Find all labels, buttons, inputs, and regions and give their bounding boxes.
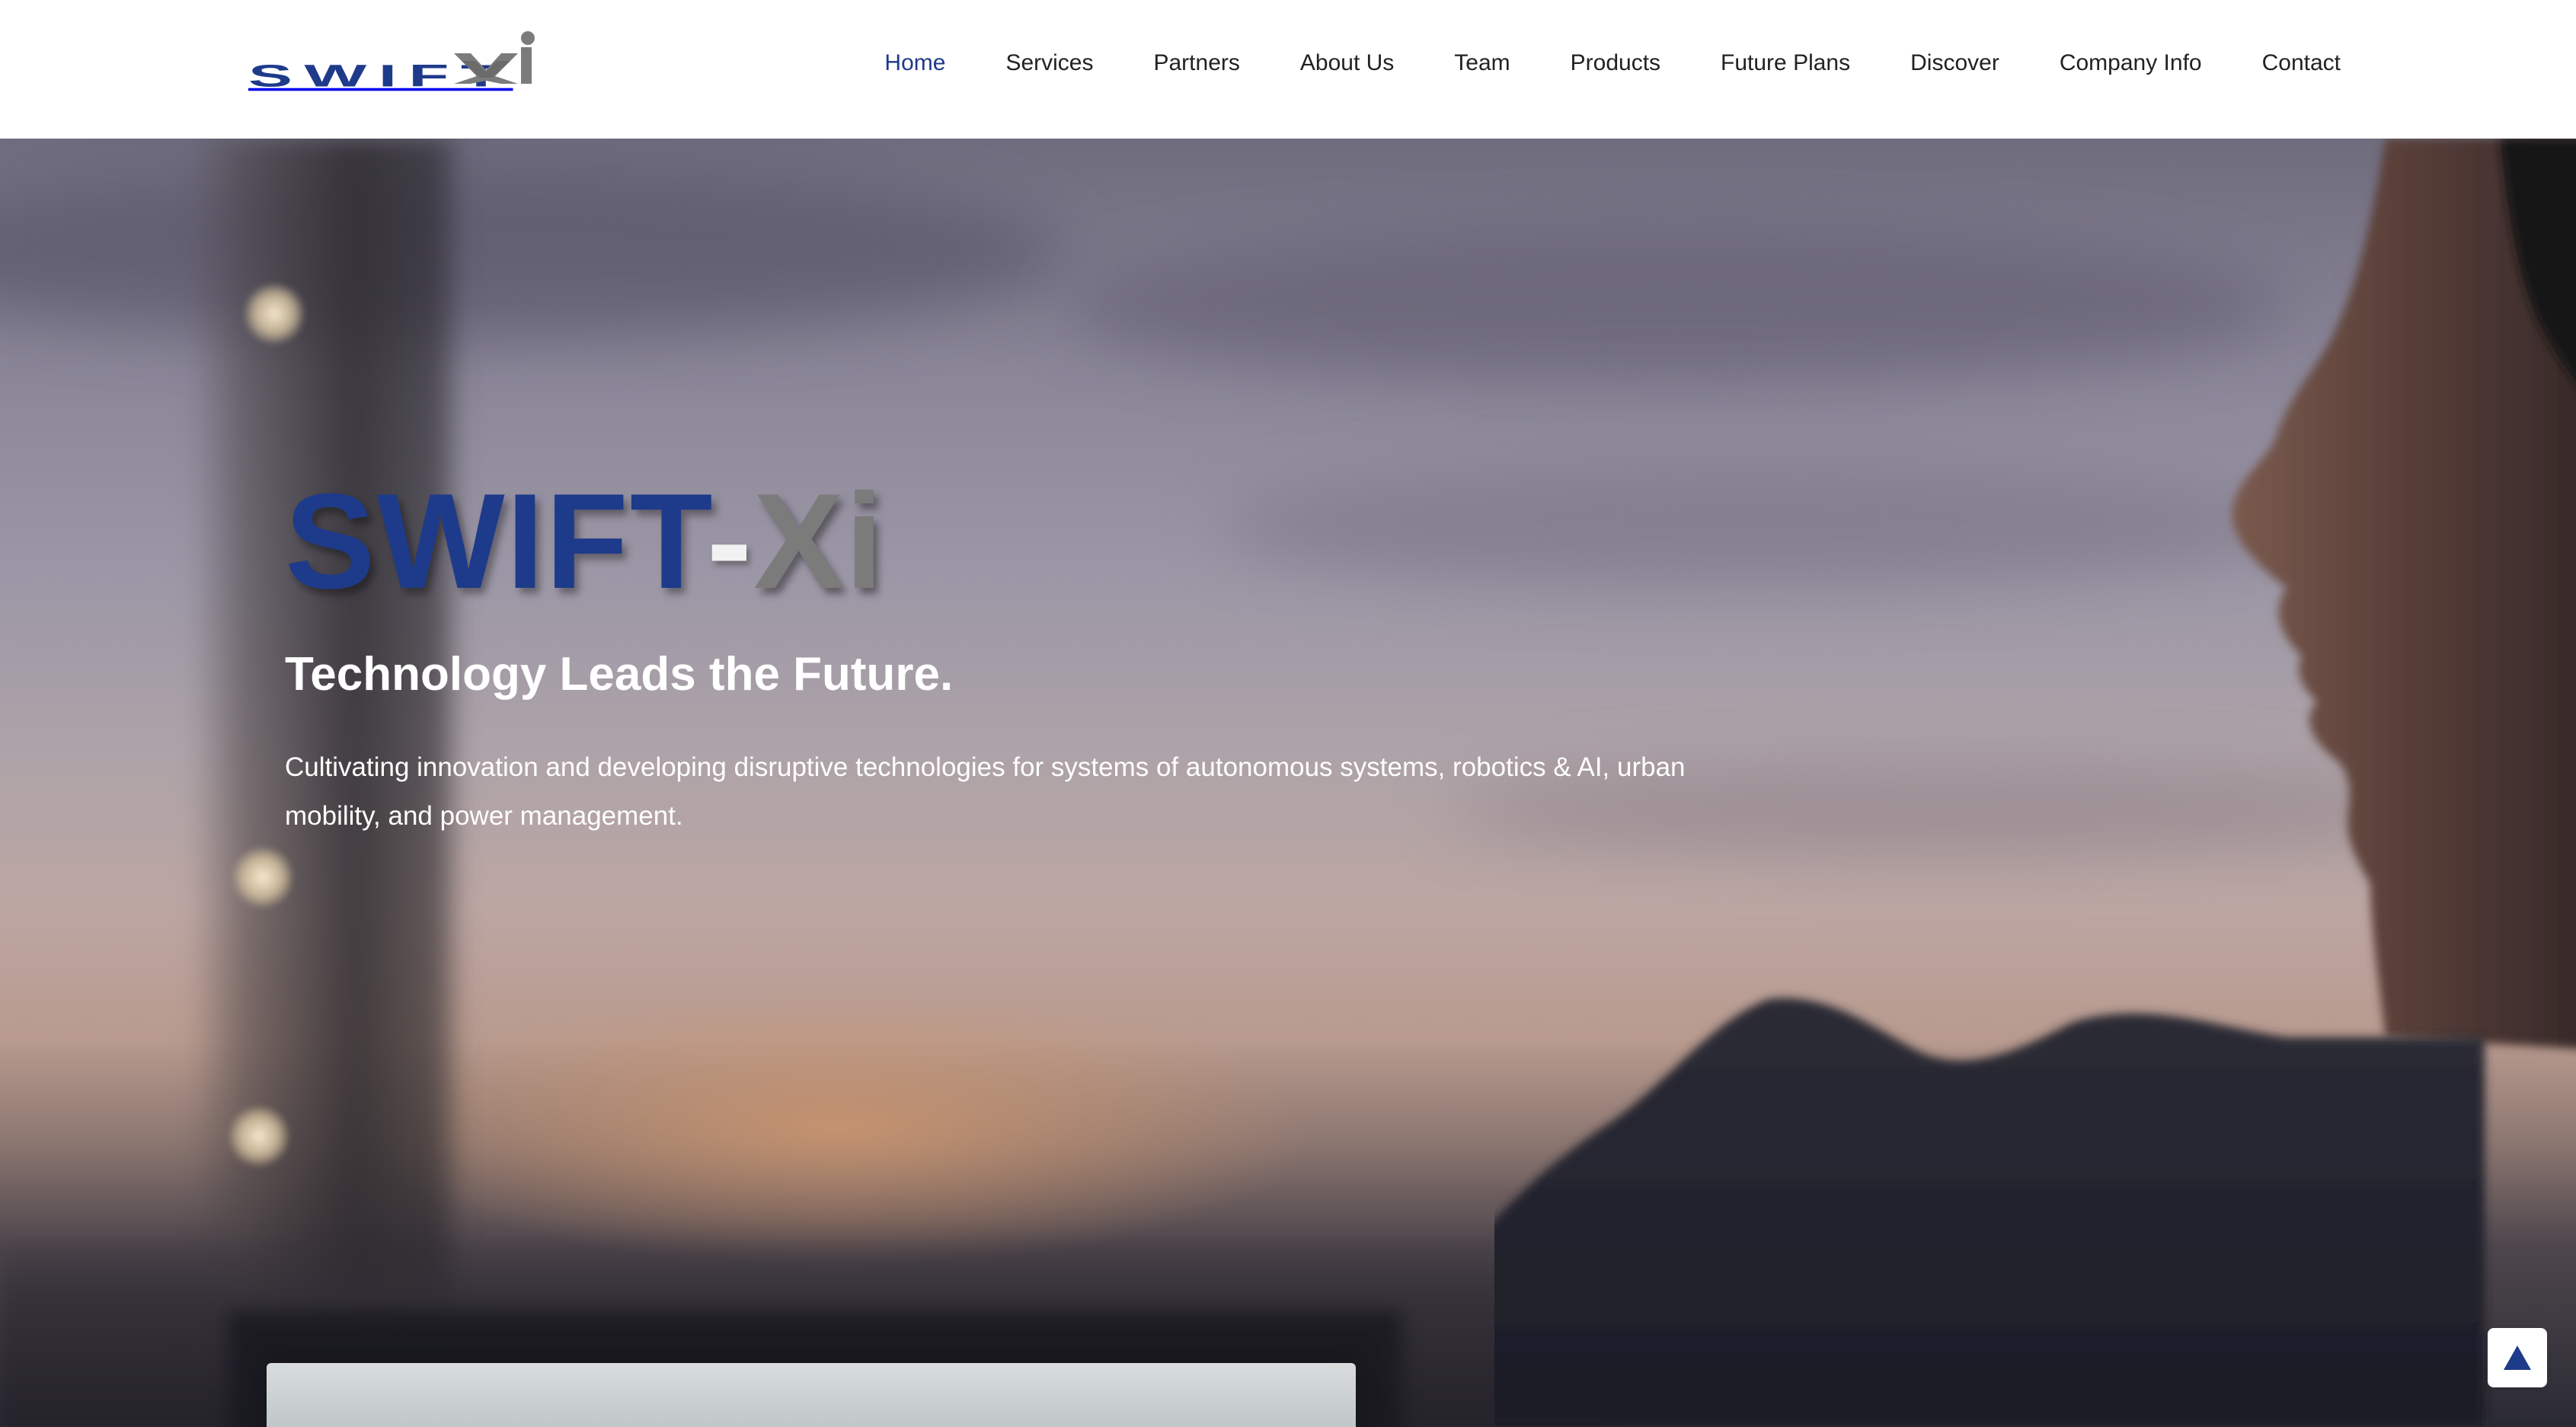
hero-tagline: Technology Leads the Future. <box>285 648 954 701</box>
nav-home[interactable]: Home <box>884 50 945 76</box>
nav-services[interactable]: Services <box>1005 50 1093 76</box>
hero-pole-light <box>244 283 305 344</box>
hero-description: Cultivating innovation and developing di… <box>285 752 1686 832</box>
nav-team[interactable]: Team <box>1454 50 1510 76</box>
main-nav: Home Services Partners About Us Team Pro… <box>824 0 2341 126</box>
brand-xi: Xi <box>753 465 885 617</box>
scroll-to-top-button[interactable] <box>2488 1328 2547 1387</box>
hero-section: SWIFT-Xi Technology Leads the Future. Cu… <box>0 139 2576 1427</box>
nav-about-us[interactable]: About Us <box>1300 50 1394 76</box>
nav-products[interactable]: Products <box>1571 50 1660 76</box>
nav-discover[interactable]: Discover <box>1910 50 1999 76</box>
brand-swift: SWIFT <box>285 465 707 617</box>
site-logo[interactable]: SWIFT <box>248 30 538 91</box>
hero-pole-light <box>229 1106 289 1167</box>
brand-dash: - <box>706 465 754 617</box>
hero-cloud <box>0 169 1066 337</box>
site-header: SWIFT Home Services Partners About Us Te… <box>0 0 2576 139</box>
hero-pole-light <box>232 847 293 908</box>
nav-partners[interactable]: Partners <box>1153 50 1239 76</box>
triangle-up-icon <box>2504 1346 2531 1370</box>
hero-laptop-screen <box>267 1363 1356 1427</box>
hero-content: SWIFT-Xi Technology Leads the Future. Cu… <box>285 474 1808 841</box>
hero-brand-title: SWIFT-Xi <box>285 474 1808 609</box>
nav-future-plans[interactable]: Future Plans <box>1721 50 1850 76</box>
nav-contact[interactable]: Contact <box>2262 50 2341 76</box>
nav-company-info[interactable]: Company Info <box>2060 50 2202 76</box>
logo-xi-mark <box>454 31 535 84</box>
